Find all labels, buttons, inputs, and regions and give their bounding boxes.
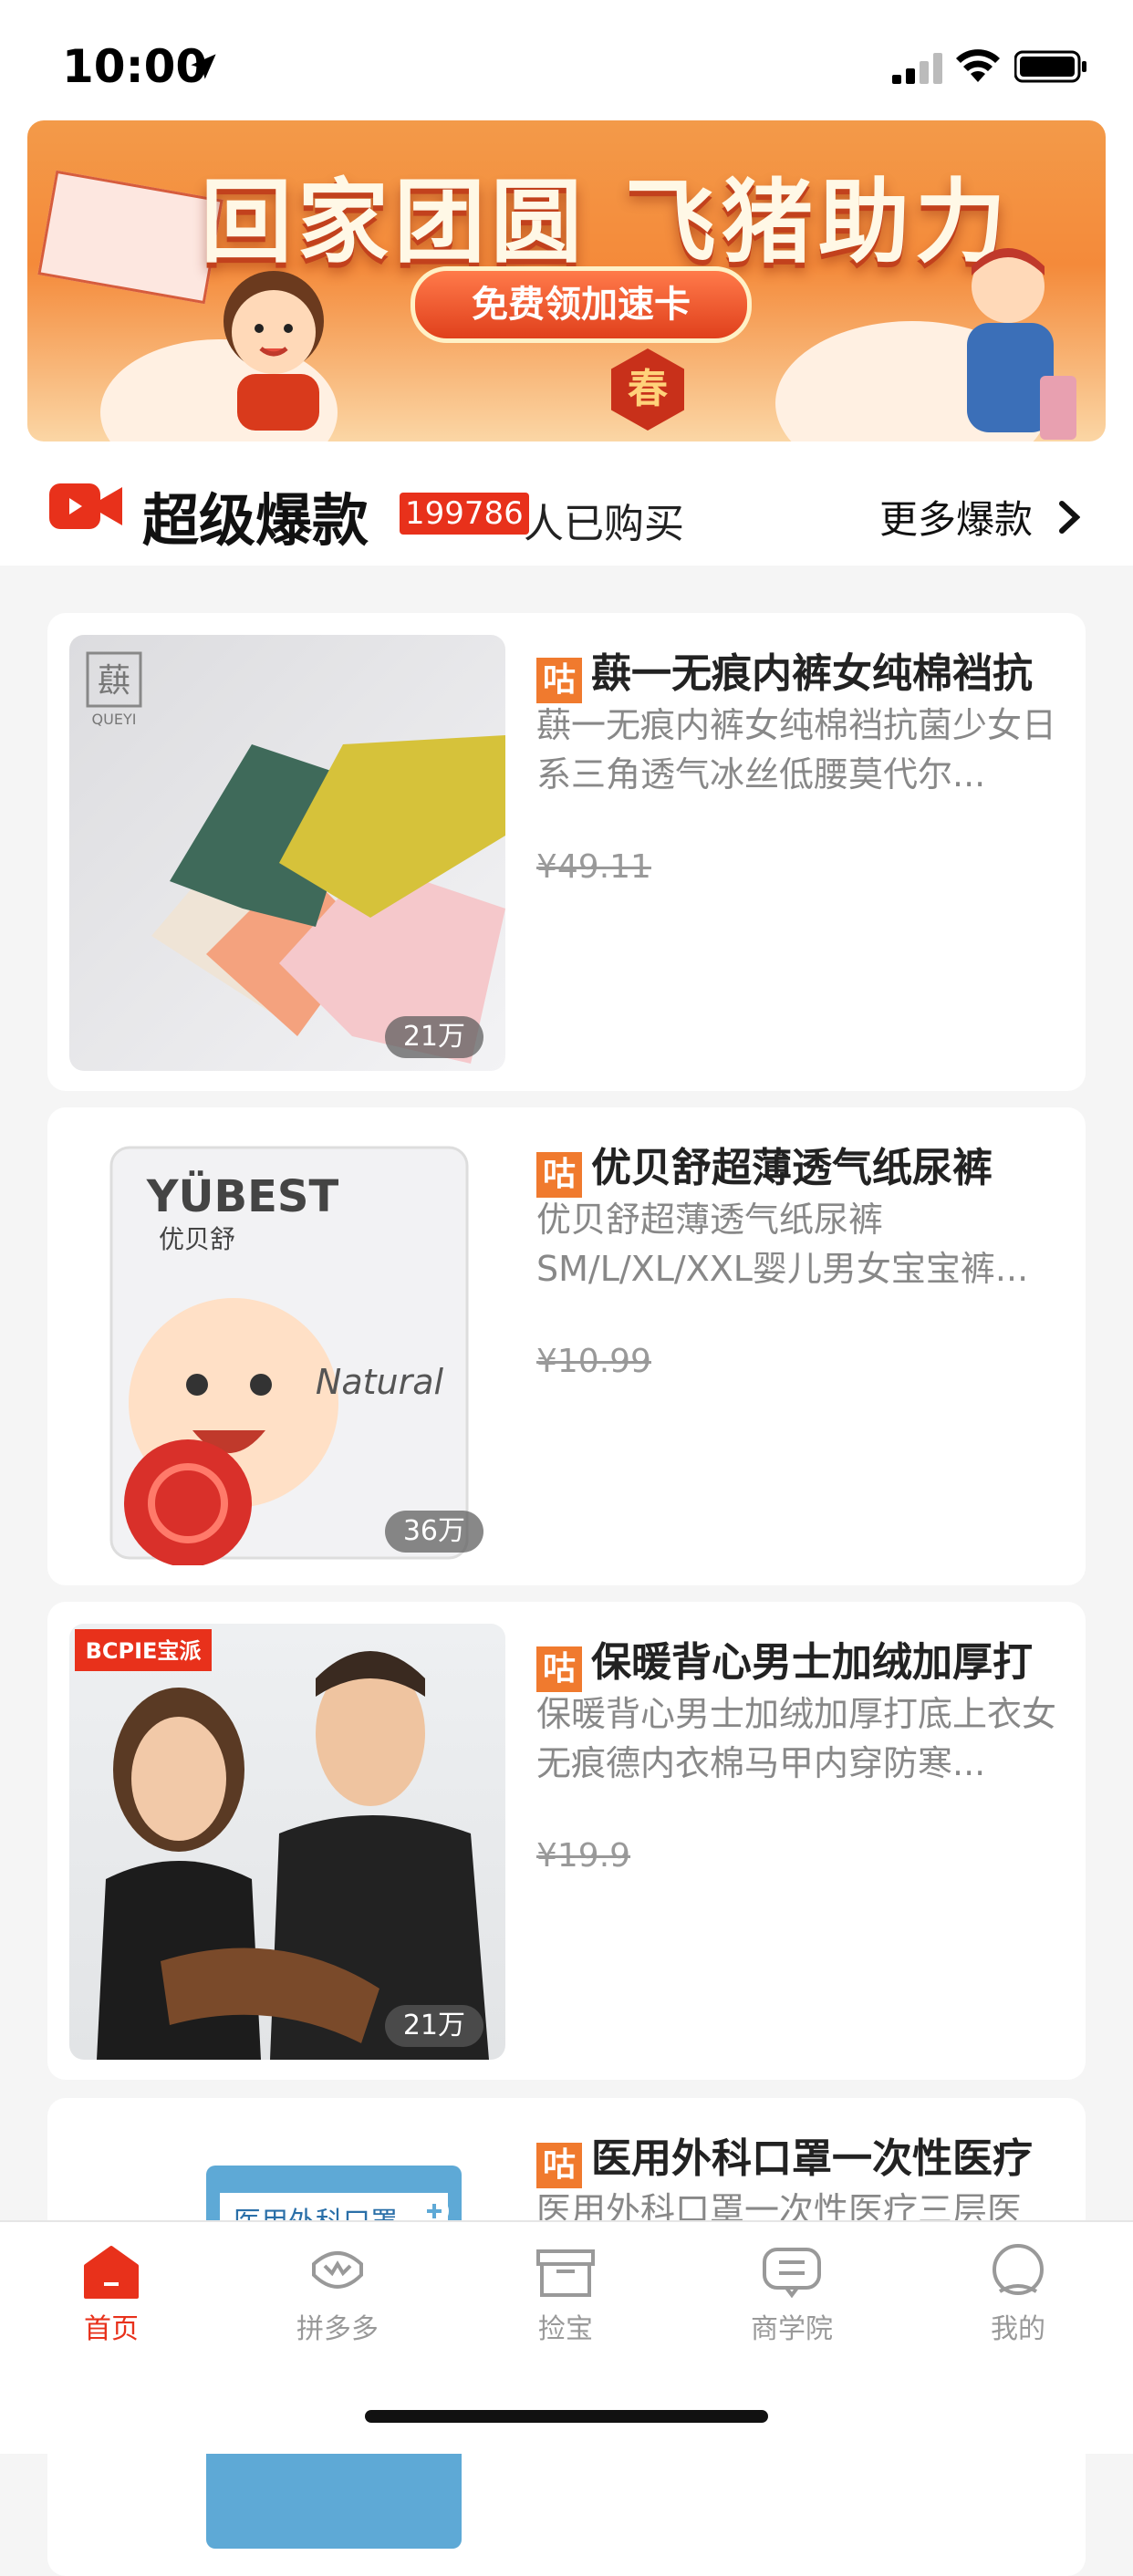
section-title: 超级爆款: [142, 487, 369, 554]
buyers-suffix: 人已购买: [524, 501, 684, 547]
child-illustration: [223, 271, 324, 431]
brand-text: YÜBEST: [146, 1170, 339, 1222]
tab-label: 捡宝: [538, 2313, 593, 2345]
tab-home[interactable]: 首页: [38, 2244, 184, 2353]
product-title[interactable]: 咕保暖背心男士加绒加厚打: [536, 1629, 1065, 1692]
cellular-signal-icon: [892, 53, 942, 84]
status-time: 10:00: [62, 40, 208, 93]
product-price: ¥49.11: [536, 848, 651, 886]
product-image[interactable]: 蕻 QUEYI 21万: [69, 635, 505, 1071]
product-title-text: 保暖背心男士加绒加厚打: [591, 1639, 1033, 1686]
status-bar: 10:00: [0, 0, 1133, 119]
banner-title: 回家团圆 飞猪助力: [201, 169, 1012, 275]
box-icon: [536, 2249, 595, 2297]
product-title[interactable]: 咕蕻一无痕内裤女纯棉裆抗: [536, 640, 1065, 703]
spring-stamp: 春: [611, 348, 684, 431]
product-title-text: 优贝舒超薄透气纸尿裤: [591, 1145, 993, 1191]
brand-text: Natural: [316, 1362, 444, 1402]
banner-cta-button[interactable]: 免费领加速卡: [411, 266, 752, 343]
home-icon: [84, 2246, 139, 2299]
sales-count: 21万: [384, 1016, 483, 1058]
tab-academy[interactable]: 商学院: [719, 2244, 865, 2353]
brand-text: 优贝舒: [159, 1224, 235, 1254]
chevron-right-icon[interactable]: [1058, 500, 1080, 535]
product-description: 保暖背心男士加绒加厚打底上衣女无痕德内衣棉马甲内穿防寒...: [536, 1694, 1057, 1783]
product-card[interactable]: BCPIE宝派 21万 咕保暖背心男士加绒加厚打 保暖背心男士加绒加厚打底上衣女…: [47, 1602, 1086, 2080]
product-price: ¥10.99: [536, 1343, 651, 1380]
promo-banner[interactable]: 回家团圆 飞猪助力 免费领加速卡 春: [27, 120, 1106, 441]
tab-profile[interactable]: 我的: [945, 2244, 1091, 2353]
product-image[interactable]: BCPIE宝派 21万: [69, 1624, 505, 2060]
home-indicator[interactable]: [365, 2410, 768, 2423]
svg-text:蕻: 蕻: [98, 662, 130, 700]
tab-treasure[interactable]: 捡宝: [493, 2244, 639, 2353]
product-price: ¥19.9: [536, 1837, 631, 1875]
chat-icon: [763, 2248, 821, 2299]
battery-icon: [1014, 50, 1086, 83]
product-tag: 咕: [536, 1646, 582, 1692]
product-title[interactable]: 咕优贝舒超薄透气纸尿裤: [536, 1135, 1065, 1198]
product-description: 蕻一无痕内裤女纯棉裆抗菌少女日系三角透气冰丝低腰莫代尔...: [536, 705, 1057, 795]
product-title[interactable]: 咕医用外科口罩一次性医疗: [536, 2125, 1065, 2188]
product-tag: 咕: [536, 2143, 582, 2188]
traveler-illustration: [967, 248, 1076, 440]
thermal-vest-illustration: BCPIE宝派: [75, 1629, 489, 2060]
tab-label: 首页: [84, 2313, 139, 2345]
product-card[interactable]: YÜBEST 优贝舒 Natural 36万 咕优贝舒超薄透气纸尿裤 优贝舒超薄…: [47, 1107, 1086, 1585]
more-hot-link[interactable]: 更多爆款: [879, 489, 1033, 545]
sales-count: 21万: [384, 2005, 483, 2047]
tab-label: 拼多多: [296, 2313, 379, 2345]
brand-text: QUEYI: [92, 711, 137, 728]
product-description: 优贝舒超薄透气纸尿裤SM/L/XL/XXL婴儿男女宝宝裤...: [536, 1200, 1029, 1289]
pinduoduo-icon: [312, 2251, 363, 2289]
buyer-count-badge: 199786: [400, 493, 529, 535]
product-image[interactable]: YÜBEST 优贝舒 Natural 36万: [69, 1129, 505, 1565]
product-title-text: 蕻一无痕内裤女纯棉裆抗: [591, 650, 1033, 697]
product-tag: 咕: [536, 658, 582, 703]
video-camera-icon: [49, 483, 122, 529]
user-icon: [993, 2244, 1044, 2295]
tab-label: 我的: [991, 2313, 1045, 2345]
sales-count: 36万: [384, 1511, 483, 1553]
location-arrow-icon: [191, 54, 216, 79]
product-card[interactable]: 蕻 QUEYI 21万 咕蕻一无痕内裤女纯棉裆抗 蕻一无痕内裤女纯棉裆抗菌少女日…: [47, 613, 1086, 1091]
tab-label: 商学院: [751, 2313, 833, 2345]
wifi-icon: [956, 49, 1000, 82]
underwear-illustration: 蕻 QUEYI: [86, 651, 505, 1064]
tab-pinduoduo[interactable]: 拼多多: [265, 2244, 411, 2353]
diaper-pack-illustration: YÜBEST 优贝舒 Natural: [109, 1146, 469, 1565]
product-title-text: 医用外科口罩一次性医疗: [591, 2135, 1033, 2182]
product-tag: 咕: [536, 1152, 582, 1198]
brand-text: BCPIE宝派: [86, 1638, 202, 1664]
